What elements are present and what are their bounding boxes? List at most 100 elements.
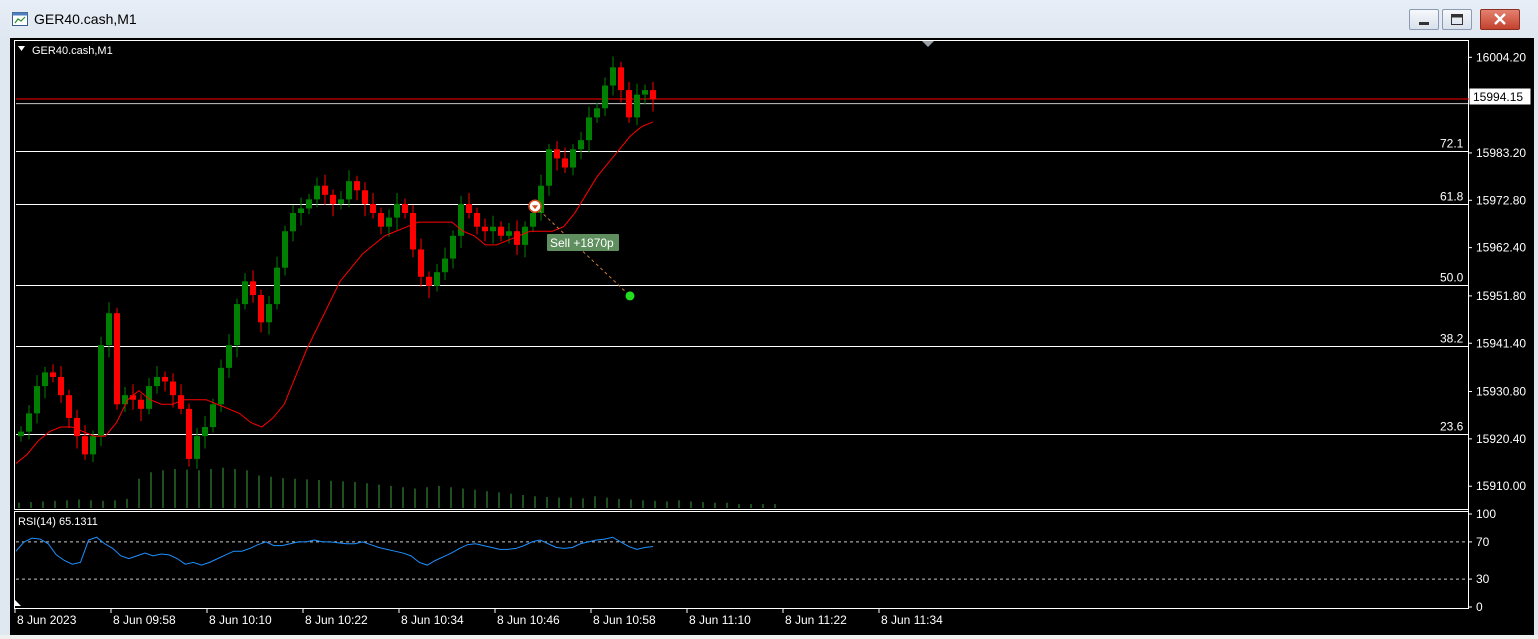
candle-body — [378, 213, 384, 227]
candle-body — [322, 185, 328, 195]
price-tick-label: 15951.80 — [1476, 289, 1526, 303]
candle-body — [98, 345, 104, 437]
time-tick-label: 8 Jun 11:34 — [881, 613, 943, 627]
candle-body — [482, 226, 488, 232]
chart-area[interactable]: 72.1 61.8 50.0 38.2 23.6 16004.20 15983.20 159… — [10, 38, 1534, 635]
chart-menu-triangle-icon[interactable] — [18, 46, 25, 51]
candle-body — [586, 117, 592, 141]
candle-body — [34, 386, 40, 414]
price-tick-label: 15972.80 — [1476, 193, 1526, 207]
current-price-label: 15994.15 — [1473, 90, 1523, 104]
candle-body — [450, 235, 456, 259]
candle-body — [210, 404, 216, 428]
window-titlebar[interactable]: GER40.cash,M1 — [0, 0, 1538, 38]
close-button[interactable] — [1480, 9, 1520, 30]
maximize-button[interactable] — [1442, 9, 1472, 30]
minimize-button[interactable] — [1409, 9, 1439, 30]
chart-shift-marker-icon[interactable] — [922, 41, 934, 47]
candle-body — [386, 217, 392, 227]
candle-body — [194, 436, 200, 459]
candle-body — [18, 431, 24, 437]
rsi-tick-label: 70 — [1476, 535, 1490, 549]
candle-body — [202, 427, 208, 437]
candle-body — [274, 267, 280, 305]
candle-body — [138, 399, 144, 409]
candle-body — [522, 226, 528, 245]
candle-body — [554, 149, 560, 159]
candle-body — [634, 94, 640, 118]
minimize-icon — [1419, 22, 1429, 25]
time-tick-label: 8 Jun 10:34 — [401, 613, 464, 627]
candle-body — [490, 226, 496, 232]
candle-body — [626, 90, 632, 118]
price-chart[interactable]: 72.1 61.8 50.0 38.2 23.6 16004.20 15983.20 159… — [10, 38, 1534, 635]
price-tick-label: 15910.00 — [1476, 479, 1526, 493]
candle-body — [58, 376, 64, 396]
candle-body — [298, 208, 304, 214]
candle-body — [402, 203, 408, 214]
chart-window-icon — [12, 12, 28, 26]
time-tick-label: 8 Jun 11:10 — [689, 613, 751, 627]
candle-body — [410, 213, 416, 250]
candle-body — [218, 367, 224, 405]
candle-body — [250, 281, 256, 295]
trade-exit-icon[interactable] — [625, 291, 635, 301]
window-title: GER40.cash,M1 — [34, 11, 137, 27]
fib-level-label: 72.1 — [1440, 137, 1464, 151]
candle-body — [114, 313, 120, 405]
candle-body — [498, 226, 504, 236]
candle-body — [602, 85, 608, 109]
symbol-label: GER40.cash,M1 — [32, 45, 113, 57]
time-tick-label: 8 Jun 10:22 — [305, 613, 368, 627]
candle-body — [314, 185, 320, 200]
price-tick-label: 16004.20 — [1476, 50, 1526, 64]
close-icon — [1494, 13, 1506, 25]
time-tick-label: 8 Jun 10:58 — [593, 613, 656, 627]
candle-body — [66, 395, 72, 418]
candle-body — [122, 395, 128, 405]
candle-body — [578, 140, 584, 150]
candle-body — [290, 213, 296, 232]
terminal-window: GER40.cash,M1 72.1 61.8 50.0 38.2 23.6 16004… — [0, 0, 1538, 635]
candle-body — [186, 408, 192, 459]
candle-body — [90, 436, 96, 455]
candle-body — [514, 231, 520, 245]
time-tick-label: 8 Jun 09:58 — [113, 613, 176, 627]
scroll-corner-icon — [15, 600, 21, 606]
candle-body — [106, 313, 112, 346]
candle-body — [226, 345, 232, 368]
candle-body — [642, 90, 648, 95]
rsi-tick-label: 30 — [1476, 572, 1490, 586]
price-tick-label: 15930.80 — [1476, 385, 1526, 399]
fib-level-label: 38.2 — [1440, 332, 1464, 346]
time-tick-label: 8 Jun 10:10 — [209, 613, 272, 627]
rsi-tick-label: 100 — [1476, 507, 1496, 521]
candle-body — [618, 67, 624, 91]
candle-body — [338, 199, 344, 204]
candle-body — [266, 304, 272, 323]
candle-body — [570, 149, 576, 168]
price-tick-label: 15983.20 — [1476, 146, 1526, 160]
rsi-plot-border — [14, 511, 1469, 609]
candle-body — [506, 231, 512, 236]
candle-body — [466, 203, 472, 214]
candle-body — [610, 67, 616, 86]
maximize-icon — [1451, 14, 1463, 25]
candle-body — [82, 436, 88, 455]
time-tick-label: 8 Jun 11:22 — [785, 613, 847, 627]
main-plot-border — [14, 40, 1469, 510]
candle-body — [530, 213, 536, 227]
candle-body — [42, 372, 48, 387]
candle-body — [594, 108, 600, 118]
candle-body — [74, 417, 80, 437]
candle-body — [562, 158, 568, 168]
candle-body — [242, 281, 248, 305]
moving-average-line — [15, 121, 654, 464]
candle-body — [306, 199, 312, 209]
candle-body — [370, 203, 376, 214]
candle-body — [418, 249, 424, 277]
candle-body — [346, 181, 352, 200]
candle-body — [474, 213, 480, 227]
candle-body — [234, 304, 240, 346]
candle-body — [154, 376, 160, 387]
